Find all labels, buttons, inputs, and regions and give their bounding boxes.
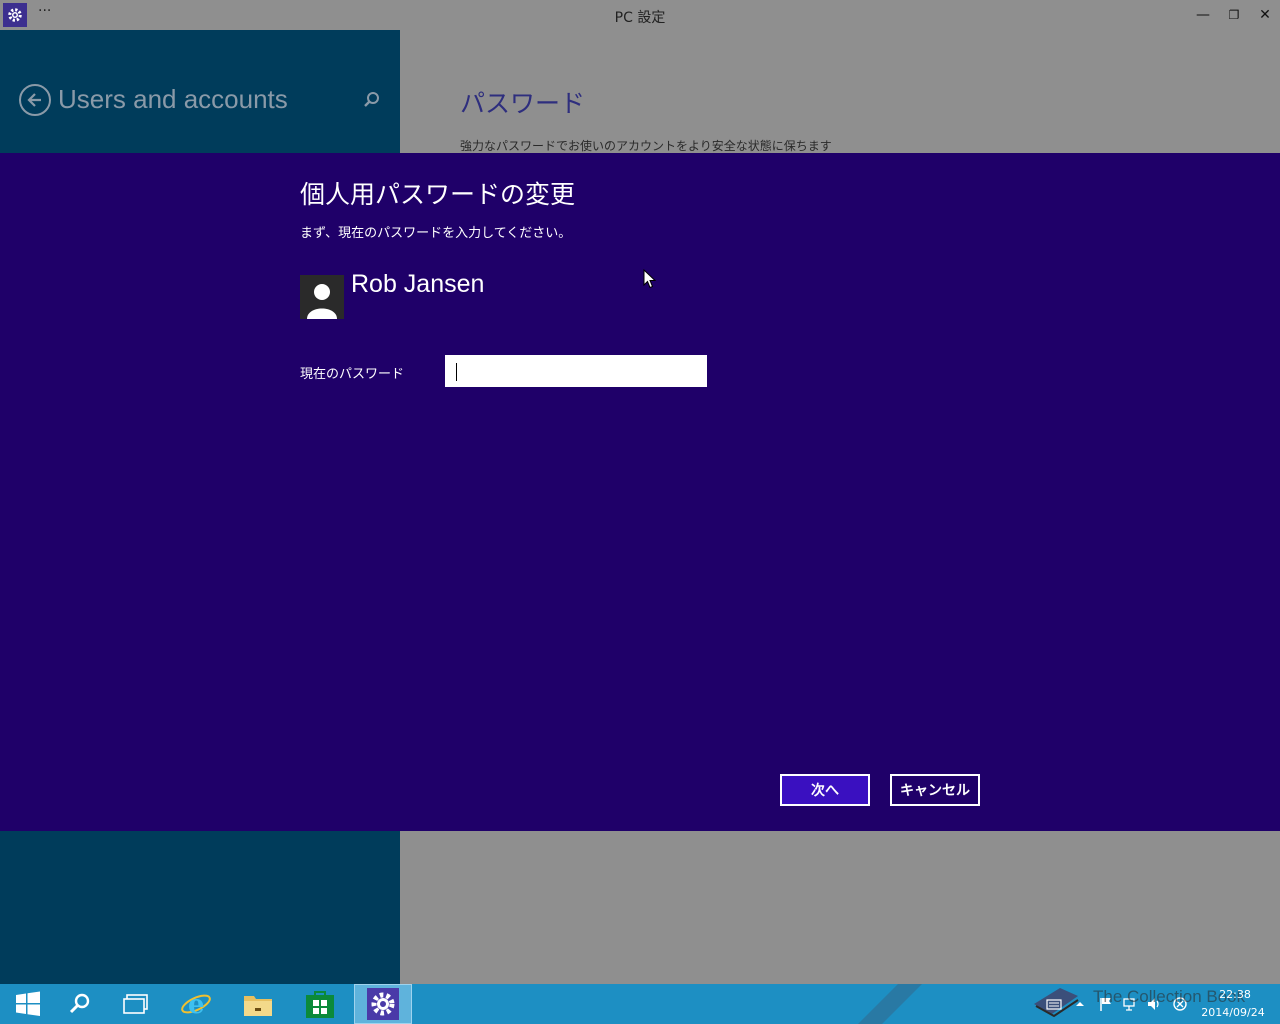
task-view-icon[interactable] bbox=[108, 984, 164, 1024]
clock-date[interactable]: 2014/09/24 bbox=[1198, 1006, 1268, 1019]
settings-icon[interactable] bbox=[354, 984, 412, 1024]
user-avatar-icon bbox=[300, 275, 344, 319]
svg-text:e: e bbox=[188, 990, 205, 1020]
next-button[interactable]: 次へ bbox=[780, 774, 870, 806]
close-button[interactable]: ✕ bbox=[1254, 6, 1276, 24]
back-arrow-icon[interactable] bbox=[19, 84, 51, 116]
window-title: PC 設定 bbox=[614, 10, 666, 26]
start-icon[interactable] bbox=[0, 984, 56, 1024]
keyboard-icon[interactable] bbox=[1046, 996, 1062, 1012]
search-icon[interactable] bbox=[362, 90, 382, 110]
section-title: パスワード bbox=[460, 89, 586, 118]
current-password-input[interactable] bbox=[445, 355, 707, 387]
taskbar: e The Collection Book 22:38 2014/09/24 bbox=[0, 984, 1280, 1024]
clock-time[interactable]: 22:38 bbox=[1215, 988, 1255, 1001]
search-icon[interactable] bbox=[52, 984, 108, 1024]
password-label: 現在のパスワード bbox=[300, 367, 405, 382]
section-description: 強力なパスワードでお使いのアカウントをより安全な状態に保ちます bbox=[460, 139, 832, 153]
internet-explorer-icon[interactable]: e bbox=[168, 984, 224, 1024]
file-explorer-icon[interactable] bbox=[230, 984, 286, 1024]
dialog-title: 個人用パスワードの変更 bbox=[300, 180, 576, 209]
mouse-cursor-icon bbox=[643, 268, 657, 293]
cancel-button[interactable]: キャンセル bbox=[890, 774, 980, 806]
chevron-up-icon[interactable] bbox=[1072, 996, 1088, 1012]
taskbar-decoration bbox=[858, 984, 922, 1024]
store-icon[interactable] bbox=[292, 984, 348, 1024]
title-bar: ··· PC 設定 — ❐ ✕ bbox=[0, 0, 1280, 30]
text-caret bbox=[456, 363, 457, 381]
left-pane-title: Users and accounts bbox=[58, 84, 288, 114]
restore-button[interactable]: ❐ bbox=[1223, 6, 1245, 24]
user-name: Rob Jansen bbox=[351, 270, 485, 298]
change-password-dialog: 個人用パスワードの変更 まず、現在のパスワードを入力してください。 Rob Ja… bbox=[0, 153, 1280, 831]
dialog-instruction: まず、現在のパスワードを入力してください。 bbox=[300, 226, 572, 241]
minimize-button[interactable]: — bbox=[1192, 6, 1214, 24]
